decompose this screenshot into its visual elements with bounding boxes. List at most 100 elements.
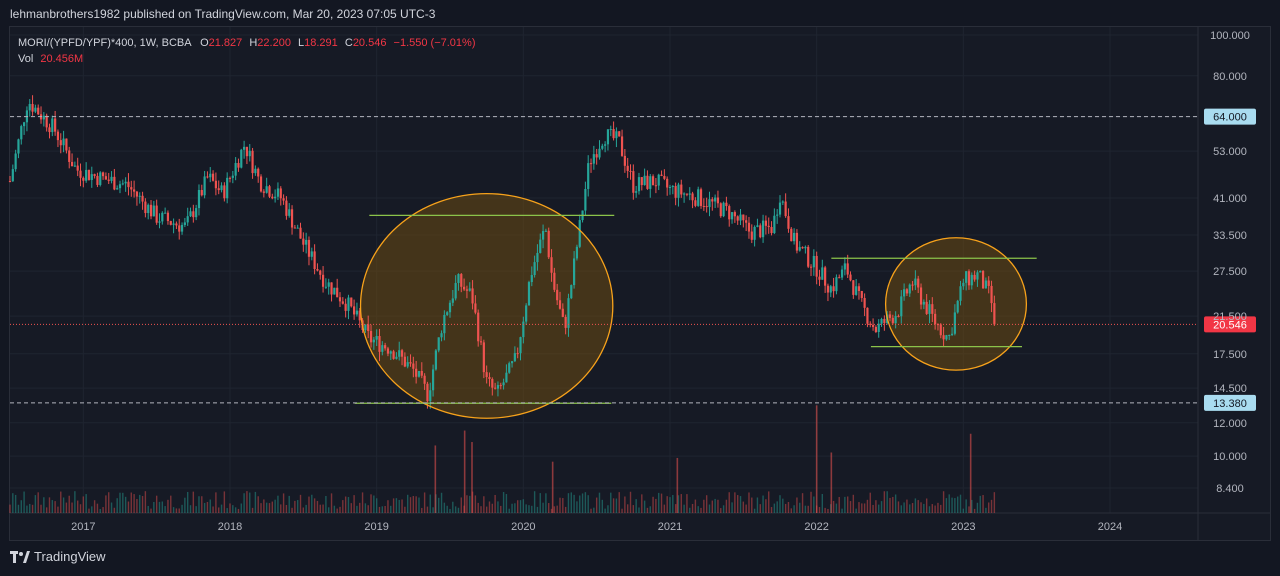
price-axis: 100.000 80.000 53.000 41.000 33.500 27.500 21.… xyxy=(1210,30,1250,495)
candle-body-44 xyxy=(133,189,136,192)
candle-body-270 xyxy=(770,226,773,234)
volume-bar-246 xyxy=(703,499,705,513)
candle-body-240 xyxy=(685,193,689,195)
volume-bar-12 xyxy=(43,497,45,513)
volume-bar-27 xyxy=(85,494,87,513)
volume-bar-333 xyxy=(948,494,950,513)
candle-body-97 xyxy=(282,198,285,201)
volume-bar-324 xyxy=(923,503,925,513)
volume-bar-222 xyxy=(635,499,637,513)
volume-bar-191 xyxy=(548,503,550,513)
volume-bar-251 xyxy=(717,499,719,513)
volume-spike-4 xyxy=(676,457,679,513)
volume-bar-40 xyxy=(122,492,124,513)
candle-body-3 xyxy=(17,139,20,154)
candle-body-166 xyxy=(477,312,480,342)
candle-body-204 xyxy=(584,188,587,211)
tradingview-snapshot: lehmanbrothers1982 published on TradingV… xyxy=(0,0,1280,576)
grid xyxy=(10,27,1271,541)
candle-body-286 xyxy=(815,255,818,277)
candle-body-343 xyxy=(976,272,979,280)
candle-body-144 xyxy=(415,368,418,377)
volume-bar-274 xyxy=(782,498,784,513)
candle-body-128 xyxy=(369,331,373,343)
volume-bar-315 xyxy=(897,501,900,513)
volume-bar-16 xyxy=(54,501,56,513)
candle-body-239 xyxy=(683,193,686,195)
volume-bar-66 xyxy=(195,506,197,513)
volume-bar-33 xyxy=(102,507,104,513)
candle-body-192 xyxy=(550,257,553,273)
volume-bar-235 xyxy=(672,495,674,513)
candle-body-175 xyxy=(502,382,505,386)
candle-body-296 xyxy=(843,263,846,270)
candle-body-85 xyxy=(248,150,251,157)
volume-bar-221 xyxy=(632,505,635,513)
volume-bar-199 xyxy=(570,492,572,513)
tradingview-footer[interactable]: TradingView xyxy=(10,549,106,564)
volume-bar-278 xyxy=(793,505,795,513)
support-price-text: 13.380 xyxy=(1213,398,1247,410)
volume-bar-236 xyxy=(674,504,677,513)
candle-body-231 xyxy=(660,174,663,176)
volume-spike-7 xyxy=(969,433,972,513)
candle-body-95 xyxy=(276,188,280,197)
candle-body-56 xyxy=(166,212,170,222)
price-tick-3: 53.000 xyxy=(1213,146,1247,158)
close-label: C xyxy=(344,37,353,49)
volume-bar-279 xyxy=(796,497,798,513)
volume-spike-6 xyxy=(830,452,833,513)
candle-body-320 xyxy=(911,284,914,286)
candle-body-173 xyxy=(496,385,500,389)
volume-spike-2 xyxy=(471,442,473,513)
candle-body-257 xyxy=(733,212,736,217)
legend: MORI/(YPFD/YPF)*400, 1W, BCBA O21.827 H2… xyxy=(18,35,475,67)
volume-bar-109 xyxy=(316,500,319,513)
price-chart[interactable]: 64.00020.54613.380 100.00080.00053.00041… xyxy=(0,0,1280,576)
candle-body-132 xyxy=(381,345,384,352)
candle-body-116 xyxy=(336,287,339,298)
year-tick-2020: 2020 xyxy=(511,521,535,533)
volume-bar-263 xyxy=(751,497,753,513)
year-tick-2022: 2022 xyxy=(804,521,828,533)
volume-bar-267 xyxy=(762,495,764,513)
volume-bar-275 xyxy=(784,503,787,513)
candle-body-297 xyxy=(846,263,849,275)
volume-bar-227 xyxy=(649,506,651,513)
candle-body-176 xyxy=(505,372,508,383)
candle-body-151 xyxy=(434,350,437,370)
candle-body-141 xyxy=(406,362,409,367)
candle-body-22 xyxy=(70,161,74,167)
volume-bar-134 xyxy=(387,500,389,513)
candle-body-344 xyxy=(979,270,982,273)
candle-body-28 xyxy=(87,169,91,180)
candle-body-123 xyxy=(355,310,359,315)
volume-bar-168 xyxy=(483,496,485,513)
volume-bar-346 xyxy=(985,507,987,513)
candle-body-309 xyxy=(880,318,883,324)
volume-bar-314 xyxy=(894,494,897,513)
volume-bar-249 xyxy=(711,500,714,513)
candle-body-155 xyxy=(446,312,449,315)
price-tick-4: 41.000 xyxy=(1213,193,1247,205)
high-value: 22.200 xyxy=(257,37,291,49)
volume-bar-312 xyxy=(889,497,891,513)
volume-bar-252 xyxy=(720,508,722,513)
candle-body-139 xyxy=(400,350,404,357)
volume-bar-92 xyxy=(268,503,271,513)
candle-body-184 xyxy=(527,282,531,306)
volume-bar-64 xyxy=(189,505,192,513)
accumulation-zone-2-fill xyxy=(885,237,1027,371)
candle-body-287 xyxy=(818,276,821,280)
volume-bar-262 xyxy=(748,492,750,513)
volume-bar-156 xyxy=(449,508,451,513)
candle-body-169 xyxy=(485,372,488,378)
candle-body-172 xyxy=(494,387,497,389)
volume-bar-287 xyxy=(818,507,821,513)
price-tick-10: 12.000 xyxy=(1213,418,1247,430)
candle-body-77 xyxy=(226,177,229,199)
volume-bar-44 xyxy=(133,494,135,513)
volume-bar-23 xyxy=(74,491,76,513)
candle-body-104 xyxy=(302,238,305,245)
volume-bar-21 xyxy=(68,495,70,513)
